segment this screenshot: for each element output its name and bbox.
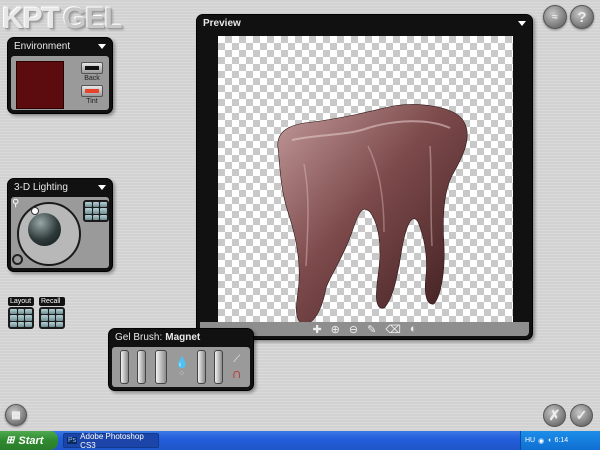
environment-header[interactable]: Environment: [8, 38, 112, 54]
dropper-icon[interactable]: ⟋: [233, 354, 240, 365]
brush-tool-pinch-icon[interactable]: [214, 350, 224, 384]
lighting-body: ⚲: [11, 197, 109, 268]
ok-button[interactable]: ✓: [570, 404, 593, 427]
logo-gel: GEL: [63, 2, 123, 35]
cancel-icon: ✗: [548, 407, 561, 423]
layout-grid-icon[interactable]: [8, 307, 34, 329]
environment-title: Environment: [14, 40, 71, 52]
light-sphere[interactable]: [28, 213, 61, 246]
clock: 6:14: [554, 437, 569, 444]
brush-tool-icon[interactable]: ✎: [367, 323, 376, 336]
dropdown-triangle-icon[interactable]: [518, 20, 526, 26]
taskbar-item-photoshop[interactable]: Ps Adobe Photoshop CS3: [63, 431, 159, 450]
brush-tool-magnet-group: ⟋ ∩: [232, 354, 242, 381]
lighting-header[interactable]: 3-D Lighting: [8, 179, 112, 195]
windows-logo-icon: ⊞: [6, 435, 15, 446]
system-tray: HU ◉ ◖ 6:14: [520, 431, 600, 450]
back-fill: [85, 66, 99, 70]
drop-icon[interactable]: 💧: [175, 356, 189, 369]
logo-kpt: KPT: [2, 2, 60, 35]
brush-name: Magnet: [165, 331, 201, 343]
options-button[interactable]: ≈: [543, 5, 567, 29]
recall-preset[interactable]: Recall: [39, 297, 65, 329]
taskbar: ⊞ Start Ps Adobe Photoshop CS3 HU ◉ ◖ 6:…: [0, 431, 600, 450]
check-icon: ✓: [575, 407, 588, 423]
preview-canvas[interactable]: [218, 36, 513, 326]
environment-body: Back Tint: [11, 56, 109, 110]
wave-icon: ≈: [552, 11, 558, 23]
language-indicator[interactable]: HU: [525, 437, 535, 444]
move-icon[interactable]: ✚: [312, 323, 321, 336]
dropdown-triangle-icon[interactable]: [98, 43, 106, 49]
back-button[interactable]: [81, 62, 103, 74]
help-button[interactable]: ?: [570, 5, 594, 29]
recall-grid-icon[interactable]: [39, 307, 65, 329]
environment-panel: Environment Back Tint: [7, 37, 113, 114]
preview-panel: Preview ✚ ⊕ ⊖ ✎ ⌫ ◐: [196, 14, 533, 340]
contrast-icon[interactable]: ◐: [410, 323, 417, 335]
brush-tools: 💧 ⁘ ⟋ ∩: [112, 347, 250, 387]
magnet-icon[interactable]: ∩: [232, 365, 242, 381]
light-position-handle[interactable]: [31, 207, 39, 215]
start-button[interactable]: ⊞ Start: [0, 431, 58, 450]
cancel-button[interactable]: ✗: [543, 404, 566, 427]
preview-header[interactable]: Preview: [197, 15, 532, 31]
grid-icon: ▦: [11, 409, 21, 421]
tint-button[interactable]: [81, 85, 103, 97]
brush-tool-knife-icon[interactable]: [137, 350, 147, 384]
gel-object[interactable]: [218, 36, 513, 326]
gel-brush-panel: Gel Brush: Magnet 💧 ⁘ ⟋ ∩: [108, 328, 254, 391]
eraser-icon[interactable]: ⌫: [385, 323, 401, 336]
light-bulb-icon[interactable]: ⚲: [12, 198, 22, 210]
help-icon: ?: [577, 8, 587, 26]
layout-preset[interactable]: Layout: [8, 297, 34, 329]
zoom-out-icon[interactable]: ⊖: [349, 323, 358, 336]
volume-icon[interactable]: ◖: [547, 437, 551, 444]
brush-header: Gel Brush: Magnet: [109, 329, 253, 345]
lighting-panel: 3-D Lighting ⚲: [7, 178, 113, 272]
start-label: Start: [18, 434, 44, 447]
recall-label: Recall: [39, 297, 65, 306]
tint-label: Tint: [86, 98, 98, 105]
menu-grid-button[interactable]: ▦: [5, 404, 27, 426]
light-presets-grid-icon[interactable]: [83, 200, 109, 222]
brush-tool-roller-icon[interactable]: [154, 350, 167, 384]
kpt-gel-logo: KPT GEL: [2, 2, 123, 36]
drops-icon[interactable]: ⁘: [179, 369, 186, 378]
light-add-icon[interactable]: [12, 254, 23, 265]
preview-title: Preview: [203, 17, 241, 29]
environment-swatch[interactable]: [16, 61, 64, 109]
photoshop-icon: Ps: [67, 437, 78, 444]
brush-tool-drop-group: 💧 ⁘: [175, 356, 189, 378]
lighting-title: 3-D Lighting: [14, 181, 68, 193]
dropdown-triangle-icon[interactable]: [98, 184, 106, 190]
tint-fill: [85, 89, 99, 93]
back-label: Back: [84, 75, 100, 82]
layout-label: Layout: [8, 297, 34, 306]
zoom-in-icon[interactable]: ⊕: [331, 323, 340, 336]
brush-tool-twist-icon[interactable]: [197, 350, 207, 384]
brush-label: Gel Brush:: [115, 331, 163, 343]
taskbar-item-label: Adobe Photoshop CS3: [80, 431, 144, 450]
tray-icon-1[interactable]: ◉: [538, 437, 544, 445]
brush-tool-pencil-icon[interactable]: [120, 350, 130, 384]
